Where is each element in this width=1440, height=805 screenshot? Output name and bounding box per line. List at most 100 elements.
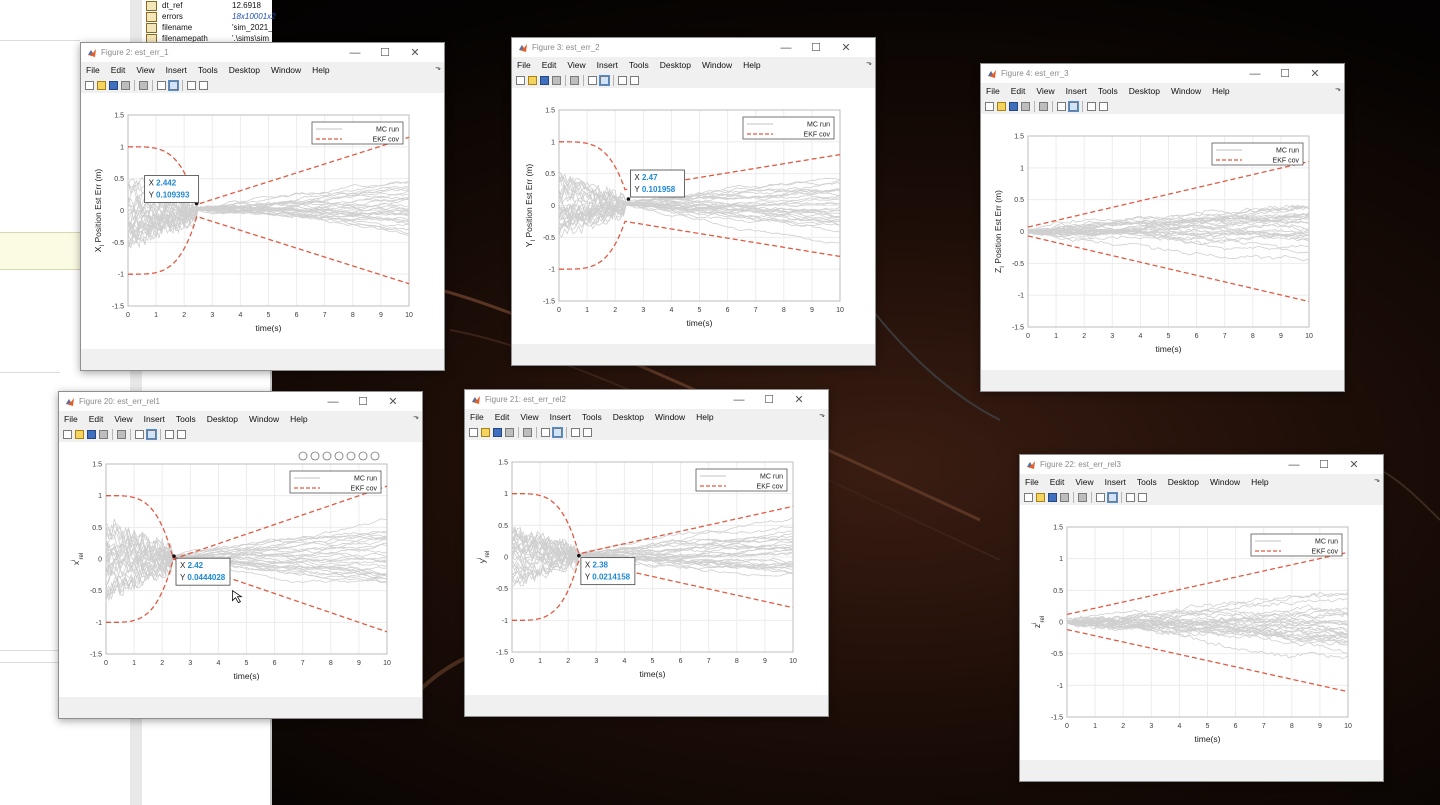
edit-plot-icon[interactable] — [165, 429, 174, 439]
figure-window[interactable]: Figure 3: est_err_2 — ☐ ✕ File Edit View Insert… — [511, 37, 876, 366]
new-figure-icon[interactable] — [985, 101, 994, 111]
save-icon[interactable] — [493, 427, 502, 437]
menu-insert[interactable]: Insert — [166, 65, 187, 75]
legend[interactable]: MC run EKF cov — [742, 116, 835, 140]
datatip[interactable]: X 2.38 Y 0.0214158 — [577, 553, 636, 586]
print-icon[interactable] — [121, 80, 130, 90]
figure-window[interactable]: Figure 2: est_err_1 — ☐ ✕ File Edit View Insert… — [80, 42, 445, 371]
figure-titlebar[interactable]: Figure 22: est_err_rel3 — ☐ ✕ — [1020, 455, 1383, 474]
menu-desktop[interactable]: Desktop — [229, 65, 260, 75]
menu-insert[interactable]: Insert — [1105, 477, 1126, 487]
dock-arrow-icon[interactable]: ⬎ — [1374, 476, 1380, 484]
maximize-button[interactable]: ☐ — [374, 43, 396, 62]
legend-icon[interactable] — [1107, 491, 1118, 503]
open-file-icon[interactable] — [75, 429, 84, 439]
brush-icon[interactable] — [298, 451, 308, 461]
datatip-icon[interactable] — [310, 451, 320, 461]
menu-edit[interactable]: Edit — [1050, 477, 1065, 487]
save-icon[interactable] — [1048, 492, 1057, 502]
menu-file[interactable]: File — [517, 60, 531, 70]
menu-tools[interactable]: Tools — [1137, 477, 1157, 487]
minimize-button[interactable]: — — [344, 43, 366, 62]
legend-icon[interactable] — [168, 79, 179, 91]
axes[interactable]: 0 1 2 3 4 5 6 7 8 9 10 -1.5 -1 -0.5 0 0.5 1 1.5 time(s) YI … — [512, 88, 873, 344]
edit-plot-icon[interactable] — [1126, 492, 1135, 502]
close-button[interactable]: ✕ — [382, 392, 404, 411]
legend-icon[interactable] — [552, 426, 563, 438]
figure-titlebar[interactable]: Figure 4: est_err_3 — ☐ ✕ — [981, 64, 1344, 83]
workspace-row[interactable]: errors 18x10001x2 — [146, 11, 276, 22]
maximize-button[interactable]: ☐ — [1274, 64, 1296, 83]
legend[interactable]: MC run EKF cov — [289, 470, 382, 494]
close-button[interactable]: ✕ — [835, 38, 857, 57]
menu-view[interactable]: View — [114, 414, 132, 424]
legend[interactable]: MC run EKF cov — [1250, 533, 1343, 557]
new-figure-icon[interactable] — [63, 429, 72, 439]
home-icon[interactable] — [370, 451, 380, 461]
close-button[interactable]: ✕ — [788, 390, 810, 409]
figure-titlebar[interactable]: Figure 21: est_err_rel2 — ☐ ✕ — [465, 390, 828, 409]
property-inspector-icon[interactable] — [177, 429, 186, 439]
open-file-icon[interactable] — [997, 101, 1006, 111]
minimize-button[interactable]: — — [1283, 455, 1305, 474]
maximize-button[interactable]: ☐ — [758, 390, 780, 409]
dock-arrow-icon[interactable]: ⬎ — [819, 411, 825, 419]
close-button[interactable]: ✕ — [404, 43, 426, 62]
menu-view[interactable]: View — [520, 412, 538, 422]
figure-window[interactable]: Figure 21: est_err_rel2 — ☐ ✕ File Edit View In… — [464, 389, 829, 717]
datatip[interactable]: X 2.47 Y 0.101958 — [626, 169, 685, 201]
axes[interactable]: 0 1 2 3 4 5 6 7 8 9 10 -1.5 -1 -0.5 0 0.5 1 1.5 time(s) yir… — [465, 440, 826, 695]
new-figure-icon[interactable] — [85, 80, 94, 90]
minimize-button[interactable]: — — [775, 38, 797, 57]
zoom-in-icon[interactable] — [346, 451, 356, 461]
menu-tools[interactable]: Tools — [629, 60, 649, 70]
menu-view[interactable]: View — [136, 65, 154, 75]
print-icon[interactable] — [505, 427, 514, 437]
menu-insert[interactable]: Insert — [550, 412, 571, 422]
menu-help[interactable]: Help — [312, 65, 329, 75]
menu-window[interactable]: Window — [655, 412, 685, 422]
menu-file[interactable]: File — [986, 86, 1000, 96]
menu-insert[interactable]: Insert — [597, 60, 618, 70]
legend[interactable]: MC run EKF cov — [311, 121, 404, 145]
menu-window[interactable]: Window — [1171, 86, 1201, 96]
open-file-icon[interactable] — [97, 80, 106, 90]
menu-file[interactable]: File — [64, 414, 78, 424]
axes[interactable]: 0 1 2 3 4 5 6 7 8 9 10 -1.5 -1 -0.5 0 0.5 1 1.5 time(s) ZI … — [981, 114, 1342, 370]
dock-arrow-icon[interactable]: ⬎ — [866, 59, 872, 67]
link-plot-icon[interactable] — [1078, 492, 1087, 502]
menu-desktop[interactable]: Desktop — [660, 60, 691, 70]
menu-insert[interactable]: Insert — [1066, 86, 1087, 96]
print-icon[interactable] — [552, 75, 561, 85]
menu-view[interactable]: View — [567, 60, 585, 70]
colorbar-icon[interactable] — [1096, 492, 1105, 502]
close-button[interactable]: ✕ — [1304, 64, 1326, 83]
menu-edit[interactable]: Edit — [1011, 86, 1026, 96]
menu-desktop[interactable]: Desktop — [613, 412, 644, 422]
axes[interactable]: 0 1 2 3 4 5 6 7 8 9 10 -1.5 -1 -0.5 0 0.5 1 1.5 time(s) zir… — [1020, 505, 1381, 760]
workspace-row[interactable]: filename 'sim_2021_ — [146, 22, 273, 33]
menu-window[interactable]: Window — [249, 414, 279, 424]
open-file-icon[interactable] — [1036, 492, 1045, 502]
datatip[interactable]: X 2.42 Y 0.0444028 — [172, 554, 231, 586]
figure-window[interactable]: Figure 20: est_err_rel1 — ☐ ✕ File Edit View In… — [58, 391, 423, 719]
axes[interactable]: 0 1 2 3 4 5 6 7 8 9 10 -1.5 -1 -0.5 0 0.5 1 1.5 time(s) XI … — [81, 93, 442, 349]
workspace-row[interactable]: dt_ref 12.6918 — [146, 0, 261, 11]
menu-edit[interactable]: Edit — [89, 414, 104, 424]
axes[interactable]: 0 1 2 3 4 5 6 7 8 9 10 -1.5 -1 -0.5 0 0.5 1 1.5 time(s) xir… — [59, 442, 420, 697]
colorbar-icon[interactable] — [541, 427, 550, 437]
property-inspector-icon[interactable] — [630, 75, 639, 85]
zoom-out-icon[interactable] — [358, 451, 368, 461]
menu-help[interactable]: Help — [1251, 477, 1268, 487]
edit-plot-icon[interactable] — [187, 80, 196, 90]
open-file-icon[interactable] — [481, 427, 490, 437]
dock-arrow-icon[interactable]: ⬎ — [435, 64, 441, 72]
save-icon[interactable] — [540, 75, 549, 85]
datatip[interactable]: X 2.442 Y 0.109393 — [144, 175, 200, 206]
edit-plot-icon[interactable] — [1087, 101, 1096, 111]
new-figure-icon[interactable] — [469, 427, 478, 437]
menu-view[interactable]: View — [1075, 477, 1093, 487]
menu-window[interactable]: Window — [271, 65, 301, 75]
property-inspector-icon[interactable] — [1138, 492, 1147, 502]
colorbar-icon[interactable] — [1057, 101, 1066, 111]
